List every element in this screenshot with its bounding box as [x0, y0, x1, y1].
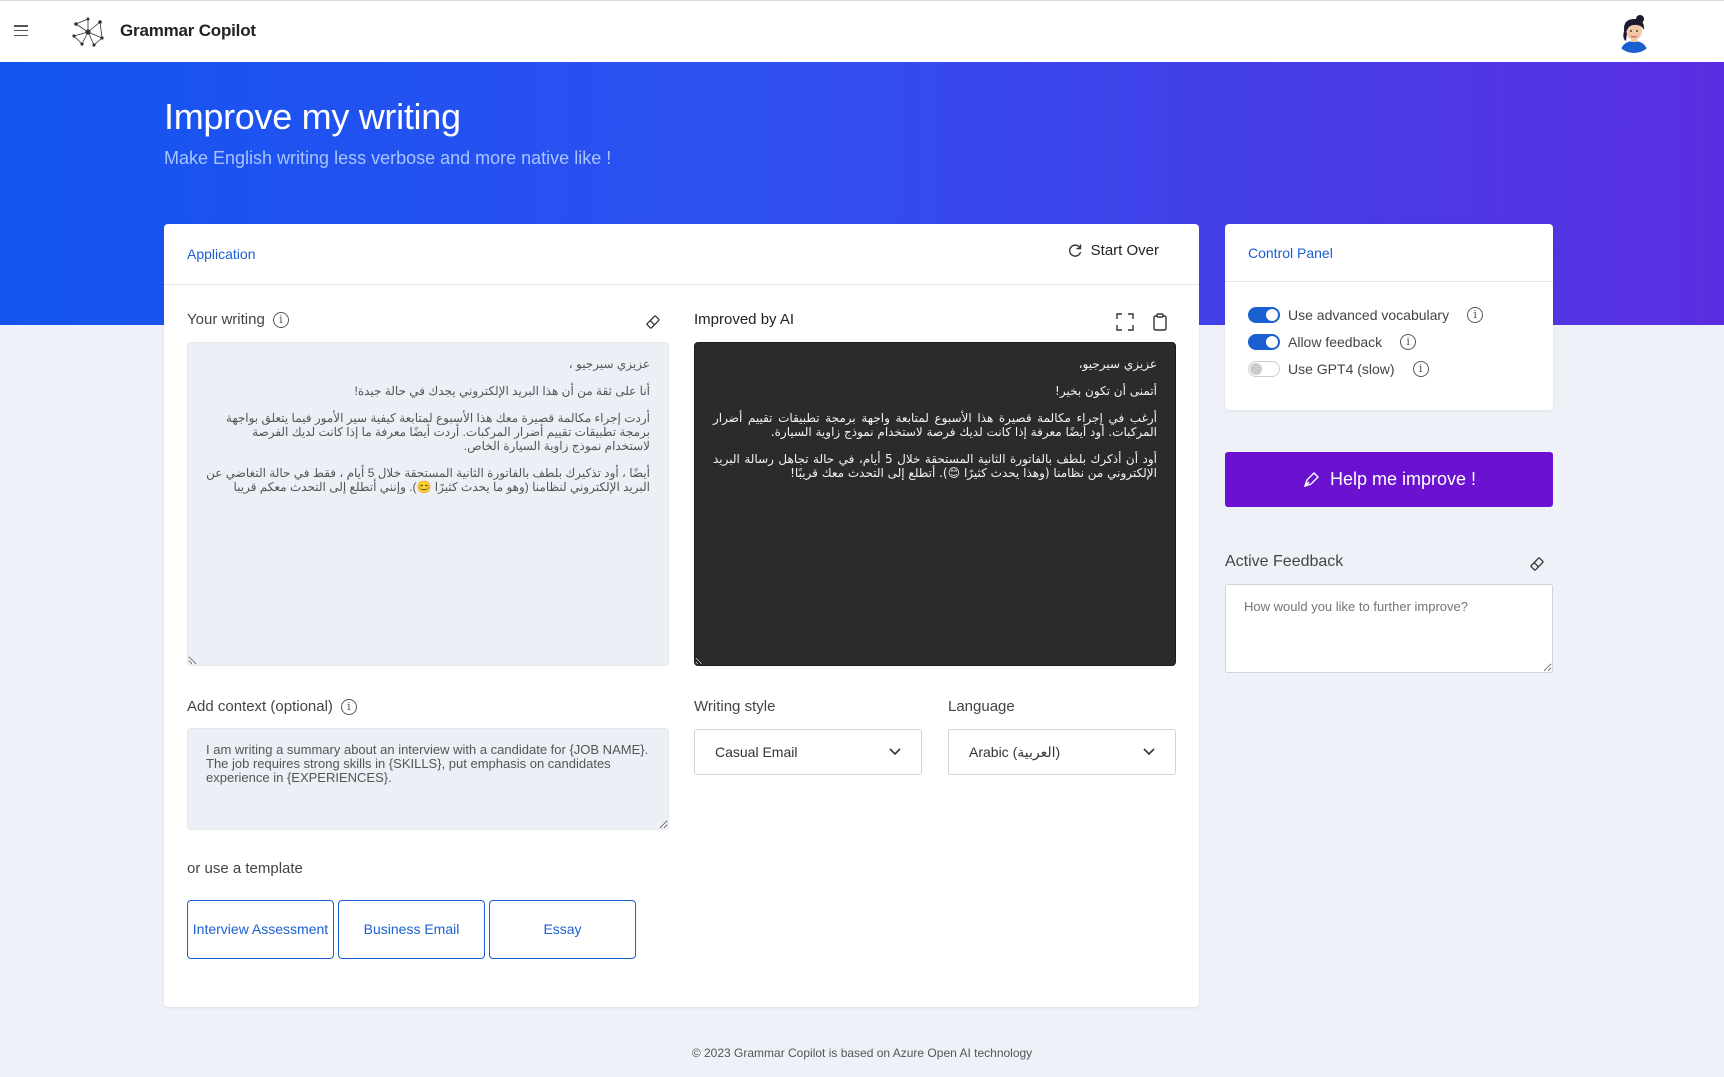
use-gpt4-switch[interactable]: [1248, 361, 1280, 377]
language-label: Language: [948, 698, 1015, 715]
writing-paragraph: عزيزي سيرجيو ،: [568, 357, 650, 371]
template-business-email-button[interactable]: Business Email: [338, 900, 485, 959]
language-value: Arabic (العربية): [969, 743, 1061, 760]
start-over-button[interactable]: Start Over: [1067, 242, 1159, 259]
footer: © 2023 Grammar Copilot is based on Azure…: [691, 1046, 1033, 1060]
language-select[interactable]: Arabic (العربية): [948, 729, 1176, 775]
user-avatar-icon[interactable]: [1614, 13, 1654, 53]
template-interview-assessment-button[interactable]: Interview Assessment: [187, 900, 334, 959]
control-panel-card: Control Panel Use advanced vocabulary i …: [1225, 224, 1553, 410]
help-me-improve-button[interactable]: Help me improve !: [1225, 452, 1553, 507]
chevron-down-icon: [1143, 748, 1155, 756]
start-over-label: Start Over: [1090, 242, 1159, 259]
improved-paragraph: أرغب في إجراء مكالمة قصيرة هذا الأسبوع ل…: [709, 411, 1157, 439]
improved-paragraph: أتمنى أن تكون بخير!: [1055, 384, 1157, 398]
top-bar: Grammar Copilot: [0, 0, 1724, 62]
your-writing-label: Your writing: [187, 311, 265, 328]
template-label: or use a template: [187, 860, 303, 877]
eraser-icon[interactable]: [1526, 553, 1548, 575]
info-icon[interactable]: i: [1400, 334, 1417, 350]
application-card: Application Start Over Your writing i عز…: [164, 224, 1199, 1007]
info-icon[interactable]: i: [1412, 361, 1429, 377]
toggle-advanced-vocabulary: Use advanced vocabulary i: [1248, 307, 1484, 323]
advanced-vocabulary-switch[interactable]: [1248, 307, 1280, 323]
clipboard-icon[interactable]: [1149, 311, 1171, 333]
help-me-improve-label: Help me improve !: [1329, 469, 1477, 489]
chevron-down-icon: [889, 748, 901, 756]
toggle-use-gpt4: Use GPT4 (slow) i: [1248, 361, 1429, 377]
tab-application[interactable]: Application: [187, 246, 256, 262]
page-subtitle: Make English writing less verbose and mo…: [164, 148, 612, 168]
language-label-text: Language: [948, 698, 1015, 715]
improved-output-textarea[interactable]: عزيزي سيرجيو، أتمنى أن تكون بخير! أرغب ف…: [694, 342, 1176, 666]
your-writing-textarea[interactable]: عزيزي سيرجيو ، أنا على ثقة من أن هذا الب…: [187, 342, 669, 666]
info-icon[interactable]: i: [272, 311, 289, 328]
toggle-allow-feedback: Allow feedback i: [1248, 334, 1417, 350]
tab-control-panel[interactable]: Control Panel: [1248, 245, 1333, 261]
brand-name: Grammar Copilot: [120, 21, 256, 40]
refresh-icon: [1068, 243, 1081, 257]
improved-paragraph: أود أن أذكرك بلطف بالفاتورة الثانية المس…: [709, 452, 1158, 480]
context-heading: Add context (optional) i: [187, 698, 357, 715]
writing-style-value: Casual Email: [715, 744, 798, 760]
toggle-label: Allow feedback: [1288, 334, 1383, 350]
your-writing-heading: Your writing i: [187, 311, 289, 328]
fullscreen-icon[interactable]: [1114, 311, 1136, 333]
page-title: Improve my writing: [164, 96, 461, 137]
toggle-label: Use GPT4 (slow): [1288, 361, 1395, 377]
improved-paragraph: عزيزي سيرجيو،: [1078, 357, 1157, 371]
template-essay-button[interactable]: Essay: [489, 900, 636, 959]
improved-heading: Improved by AI: [694, 311, 794, 328]
writing-style-select[interactable]: Casual Email: [694, 729, 922, 775]
hamburger-menu-icon[interactable]: [14, 25, 28, 36]
info-icon[interactable]: i: [340, 698, 357, 715]
writing-style-label: Writing style: [694, 698, 775, 715]
allow-feedback-switch[interactable]: [1248, 334, 1280, 350]
eraser-icon[interactable]: [642, 311, 664, 333]
active-feedback-label: Active Feedback: [1225, 553, 1344, 570]
pen-icon: [1303, 471, 1319, 487]
template-heading: or use a template: [187, 860, 303, 877]
writing-paragraph: أيضًا ، أود تذكيرك بلطف بالفاتورة الثاني…: [202, 466, 650, 494]
info-icon[interactable]: i: [1467, 307, 1484, 323]
writing-paragraph: أنا على ثقة من أن هذا البريد الإلكتروني …: [354, 384, 651, 398]
network-logo-icon: [72, 17, 104, 47]
control-panel-header: Control Panel: [1225, 224, 1553, 282]
writing-style-label-text: Writing style: [694, 698, 776, 715]
writing-paragraph: أردت إجراء مكالمة قصيرة معك هذا الأسبوع …: [222, 411, 650, 453]
toggle-label: Use advanced vocabulary: [1288, 307, 1450, 323]
improved-label: Improved by AI: [694, 311, 795, 328]
active-feedback-input[interactable]: [1225, 584, 1553, 673]
application-card-header: Application Start Over: [164, 224, 1199, 285]
context-textarea[interactable]: I am writing a summary about an intervie…: [187, 728, 669, 830]
context-label: Add context (optional): [187, 698, 333, 715]
